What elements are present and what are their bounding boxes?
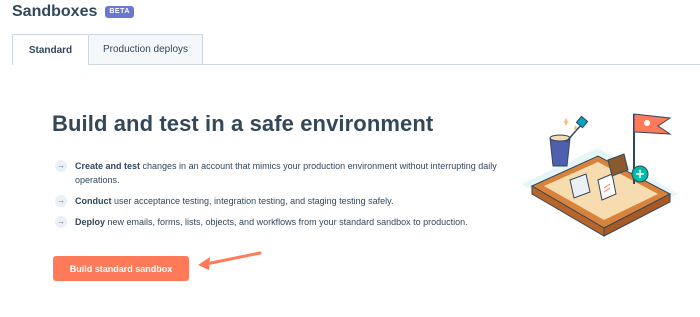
feature-text: user acceptance testing, integration tes… [111, 196, 394, 206]
main-heading: Build and test in a safe environment [52, 111, 434, 136]
page-title: Sandboxes [12, 3, 98, 20]
tab-divider [12, 64, 700, 65]
list-item: → Conduct user acceptance testing, integ… [55, 194, 515, 208]
build-standard-sandbox-button[interactable]: Build standard sandbox [53, 256, 189, 281]
page-header: Sandboxes BETA [12, 3, 134, 21]
feature-bold-text: Create and test [75, 161, 141, 171]
feature-list: → Create and test changes in an account … [55, 159, 515, 236]
beta-badge: BETA [105, 6, 134, 18]
list-item: → Deploy new emails, forms, lists, objec… [55, 215, 515, 229]
tab-production-deploys[interactable]: Production deploys [89, 34, 203, 64]
arrow-right-icon: → [55, 216, 67, 228]
tab-standard[interactable]: Standard [12, 34, 89, 65]
feature-bold-text: Conduct [75, 196, 112, 206]
sandbox-illustration [522, 113, 678, 237]
feature-text: new emails, forms, lists, objects, and w… [105, 217, 468, 227]
tab-bar: Standard Production deploys [12, 34, 700, 65]
arrow-right-icon: → [55, 160, 67, 172]
pointer-arrow-icon [198, 251, 262, 270]
feature-bold-text: Deploy [75, 217, 106, 227]
list-item: → Create and test changes in an account … [55, 159, 515, 187]
arrow-right-icon: → [55, 195, 67, 207]
